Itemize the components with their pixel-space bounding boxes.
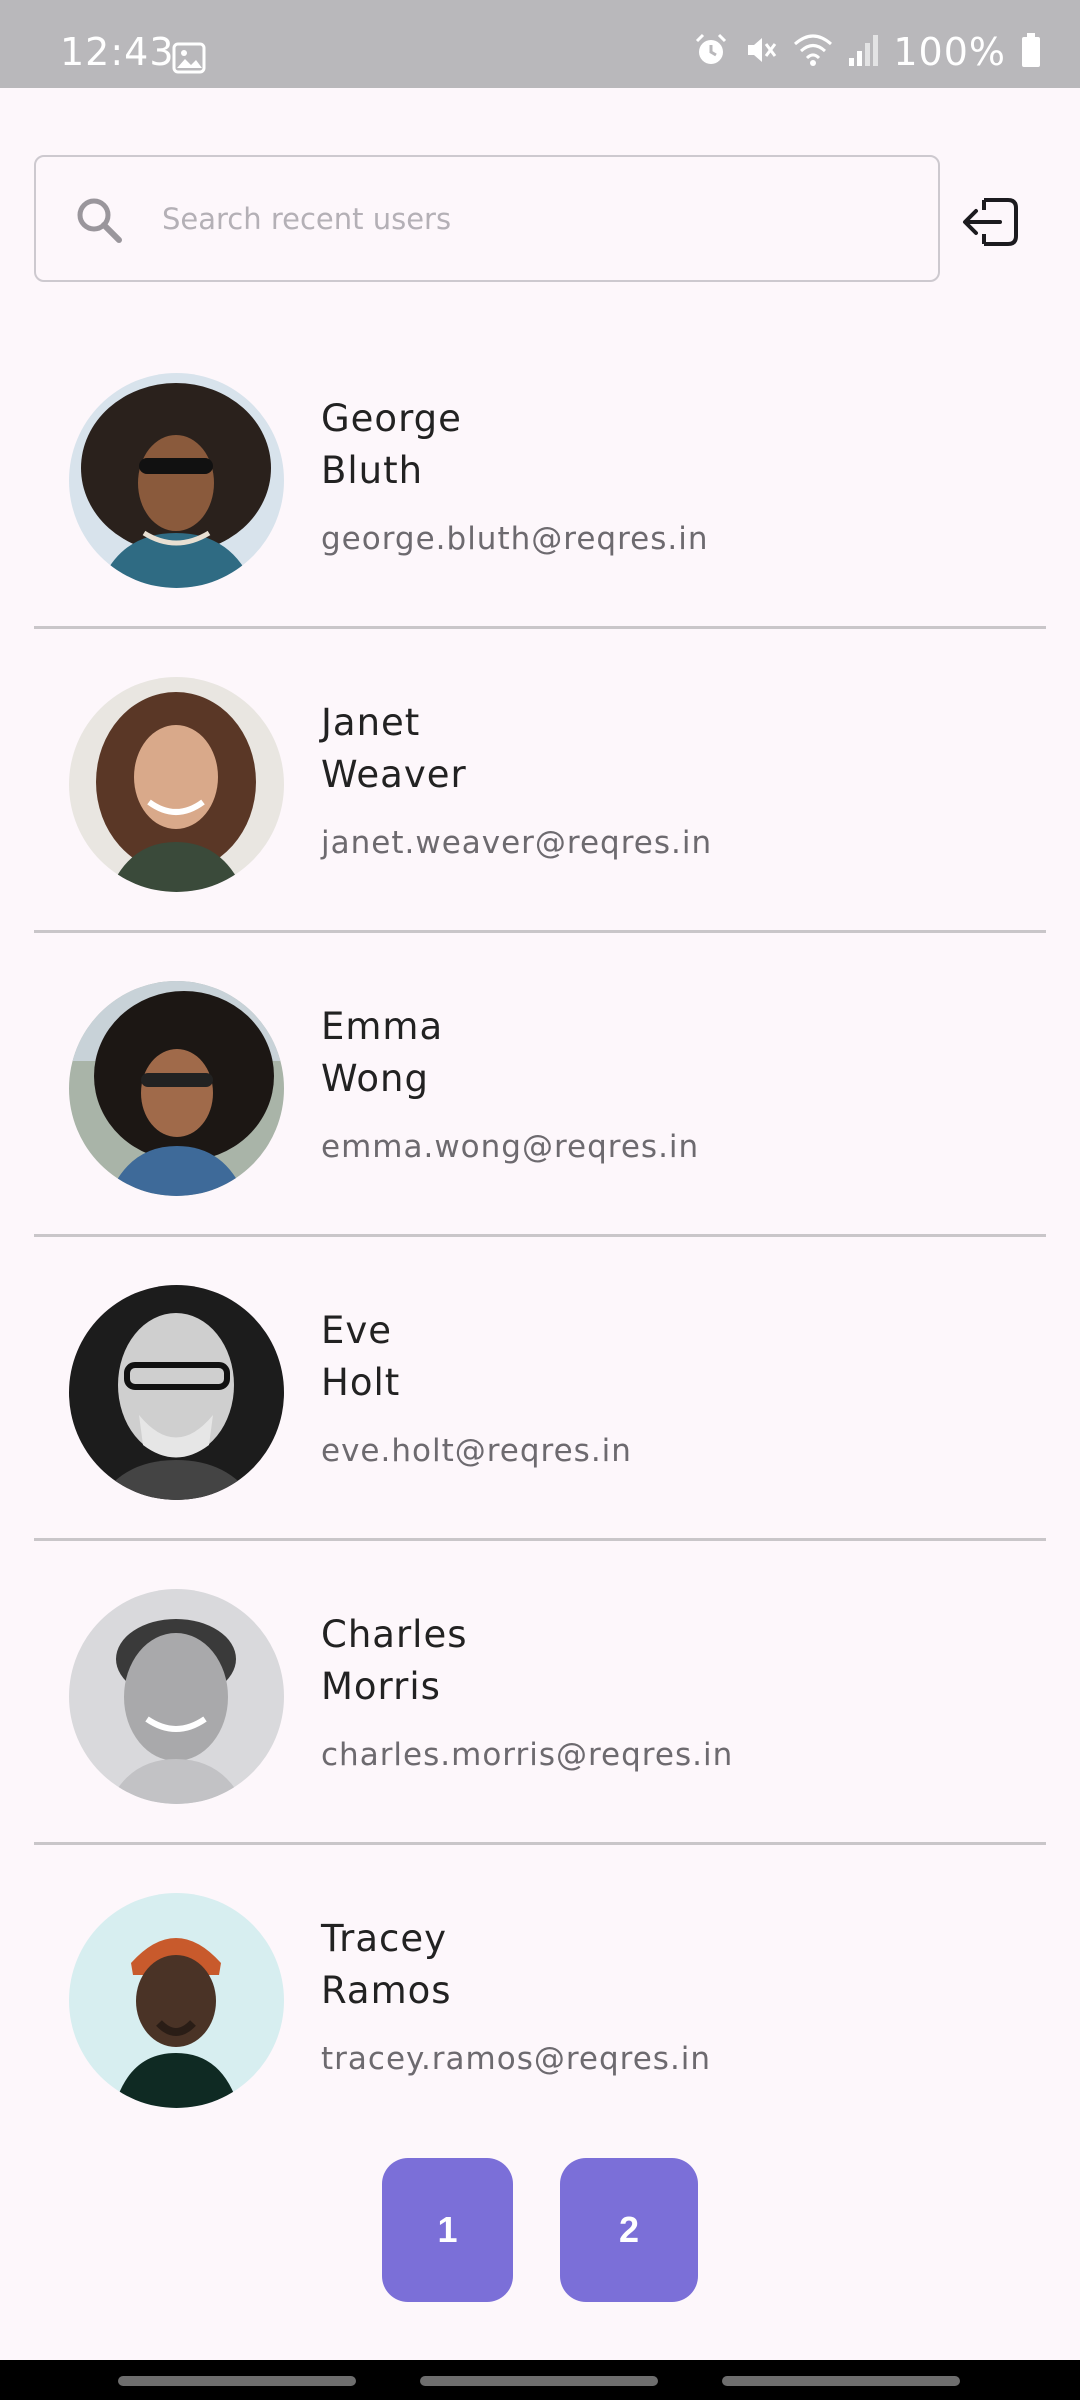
nav-home-pill[interactable] xyxy=(420,2376,658,2386)
user-list-item[interactable]: Emma Wong emma.wong@reqres.in xyxy=(34,933,1046,1237)
status-icons: 100% xyxy=(693,30,1042,74)
search-input[interactable] xyxy=(162,187,902,251)
status-bar: 12:43 100% xyxy=(0,0,1080,88)
user-avatar xyxy=(69,677,284,892)
user-last-name: Morris xyxy=(321,1665,441,1708)
mute-icon xyxy=(743,32,779,72)
user-avatar xyxy=(69,981,284,1196)
user-list-item[interactable]: Tracey Ramos tracey.ramos@reqres.in xyxy=(34,1845,1046,2149)
user-first-name: George xyxy=(321,397,462,440)
user-avatar xyxy=(69,373,284,588)
nav-recents-pill[interactable] xyxy=(118,2376,356,2386)
user-list-item[interactable]: Charles Morris charles.morris@reqres.in xyxy=(34,1541,1046,1845)
user-list-item[interactable]: George Bluth george.bluth@reqres.in xyxy=(34,325,1046,629)
user-name: Eve Holt xyxy=(321,1305,921,1409)
nav-back-pill[interactable] xyxy=(722,2376,960,2386)
search-field[interactable] xyxy=(34,155,940,282)
search-icon xyxy=(74,195,124,249)
user-name: George Bluth xyxy=(321,393,921,497)
alarm-icon xyxy=(693,32,729,72)
user-first-name: Eve xyxy=(321,1309,393,1352)
user-list-item[interactable]: Eve Holt eve.holt@reqres.in xyxy=(34,1237,1046,1541)
pagination: 1 2 xyxy=(0,2158,1080,2302)
user-first-name: Charles xyxy=(321,1613,468,1656)
gallery-icon xyxy=(172,42,206,78)
user-last-name: Bluth xyxy=(321,449,424,492)
user-name: Charles Morris xyxy=(321,1609,921,1713)
user-email: eve.holt@reqres.in xyxy=(321,1433,632,1469)
signal-icon xyxy=(847,32,879,72)
page-2-button[interactable]: 2 xyxy=(560,2158,698,2302)
user-list: George Bluth george.bluth@reqres.in Jane… xyxy=(34,325,1046,2149)
user-name: Janet Weaver xyxy=(321,697,921,801)
user-avatar xyxy=(69,1589,284,1804)
status-time: 12:43 xyxy=(60,30,175,74)
user-email: charles.morris@reqres.in xyxy=(321,1737,734,1773)
user-list-item[interactable]: Janet Weaver janet.weaver@reqres.in xyxy=(34,629,1046,933)
battery-percentage: 100% xyxy=(893,30,1006,74)
user-name: Emma Wong xyxy=(321,1001,921,1105)
user-last-name: Ramos xyxy=(321,1969,452,2012)
user-last-name: Holt xyxy=(321,1361,401,1404)
user-email: george.bluth@reqres.in xyxy=(321,521,709,557)
battery-icon xyxy=(1020,32,1042,72)
logout-icon xyxy=(963,198,1018,246)
user-first-name: Janet xyxy=(321,701,421,744)
app-screen: 12:43 100% Search recent users George Bl… xyxy=(0,0,1080,2400)
user-first-name: Emma xyxy=(321,1005,444,1048)
user-email: emma.wong@reqres.in xyxy=(321,1129,700,1165)
navigation-bar xyxy=(0,2360,1080,2400)
user-email: janet.weaver@reqres.in xyxy=(321,825,713,861)
user-email: tracey.ramos@reqres.in xyxy=(321,2041,712,2077)
logout-button[interactable] xyxy=(960,190,1024,254)
user-avatar xyxy=(69,1285,284,1500)
user-avatar xyxy=(69,1893,284,2108)
user-last-name: Wong xyxy=(321,1057,429,1100)
page-1-button[interactable]: 1 xyxy=(382,2158,513,2302)
wifi-icon xyxy=(793,32,833,72)
user-last-name: Weaver xyxy=(321,753,467,796)
user-first-name: Tracey xyxy=(321,1917,448,1960)
user-name: Tracey Ramos xyxy=(321,1913,921,2017)
